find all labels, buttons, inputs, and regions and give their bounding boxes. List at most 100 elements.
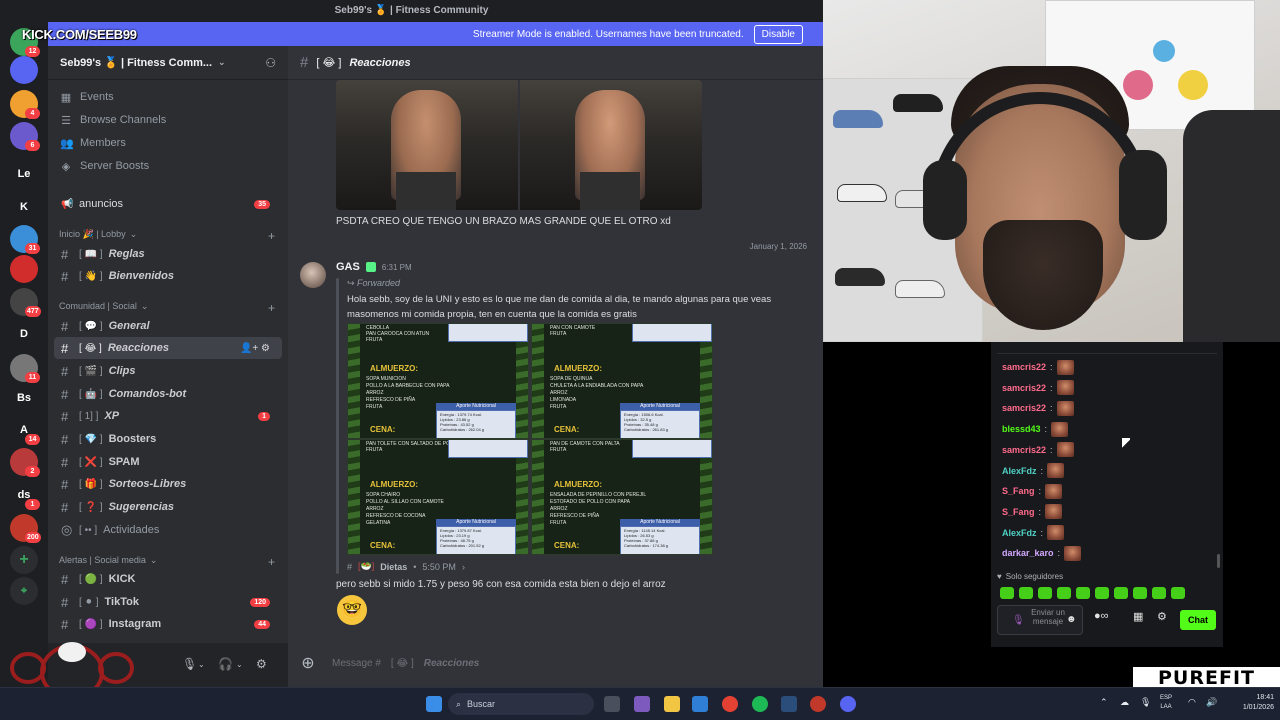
file-explorer-icon[interactable] (664, 696, 680, 712)
emote[interactable] (1000, 587, 1014, 599)
channel-reacciones[interactable]: # [ 😂 ] Reacciones 👤+ ⚙ (54, 337, 282, 359)
chat-input[interactable]: 🎙 Enviar un mensaje ☻ (997, 605, 1083, 635)
keyboard-language[interactable]: ESP LAA (1160, 694, 1172, 712)
diet-image[interactable]: CEBOLLA PAN CAROOCA CON ATUN FRUTA ALMUERZO… (347, 323, 529, 439)
server-icon[interactable]: ds 1 (10, 481, 40, 510)
channel-settings-icon[interactable]: 👤+ ⚙ (240, 343, 270, 354)
channel-kick[interactable]: # [ 🟢 ] KICK (54, 568, 282, 590)
server-icon[interactable]: 200 (10, 514, 41, 543)
microphone-icon[interactable]: 🎙 (182, 657, 197, 671)
users-icon[interactable]: ●∞ (1094, 610, 1109, 622)
nav-browse-channels[interactable]: ☰ Browse Channels (60, 110, 166, 130)
chat-username[interactable]: S_Fang (1002, 507, 1035, 517)
chevron-down-icon[interactable]: ⌄ (198, 660, 205, 669)
chat-username[interactable]: darkar_karo (1002, 548, 1054, 558)
author-name[interactable]: GAS (336, 261, 360, 273)
add-channel-icon[interactable]: + (268, 555, 275, 569)
chat-scrollbar[interactable] (1217, 554, 1220, 568)
chat-username[interactable]: AlexFdz (1002, 466, 1037, 476)
store-icon[interactable]: ▦ (1133, 610, 1143, 623)
server-icon[interactable]: K (10, 193, 38, 221)
chat-username[interactable]: blessd43 (1002, 424, 1041, 434)
diet-image[interactable]: PAN TOLETE CON SALTADO DE POLLO FRUTA ALMU… (347, 439, 529, 555)
channel-general[interactable]: # [ 💬 ] General (54, 315, 282, 337)
emote[interactable] (1171, 587, 1185, 599)
server-icon[interactable]: A 14 (10, 416, 40, 445)
chrome-icon[interactable] (722, 696, 738, 712)
emote[interactable] (1057, 587, 1071, 599)
channel-boosters[interactable]: # [ 💎 ] Boosters (54, 428, 282, 450)
diet-image[interactable]: PAN CON CAMOTE FRUTA ALMUERZO: SOPA DE QUIN… (531, 323, 713, 439)
emote[interactable] (1152, 587, 1166, 599)
microphone-icon[interactable]: 🎙 (1140, 697, 1151, 708)
chat-username[interactable]: samcris22 (1002, 383, 1046, 393)
server-icon[interactable]: 477 (10, 288, 41, 317)
discord-icon[interactable] (840, 696, 856, 712)
chevron-down-icon[interactable]: ⌄ (236, 660, 243, 669)
channel-bienvenidos[interactable]: # [ 👋 ] Bienvenidos (54, 265, 282, 287)
server-icon[interactable] (10, 56, 38, 84)
emote[interactable] (1133, 587, 1147, 599)
emote-bar[interactable] (1000, 587, 1185, 599)
gear-icon[interactable]: ⚙ (1157, 610, 1167, 623)
forward-source[interactable]: # [🥗] Dietas • 5:50 PM › (347, 561, 465, 572)
image-attachment[interactable] (336, 80, 702, 210)
nav-server-boosts[interactable]: ◈ Server Boosts (60, 156, 149, 176)
diet-image[interactable]: PAN DE CAMOTE CON PALTA FRUTA ALMUERZO: ENS… (531, 439, 713, 555)
channel-anuncios[interactable]: 📢 anuncios 35 (54, 193, 282, 215)
microphone-icon[interactable]: 🎙 (1012, 615, 1025, 626)
channel-sorteos-libres[interactable]: # [ 🎁 ] Sorteos-Libres (54, 473, 282, 495)
volume-icon[interactable]: 🔊 (1206, 697, 1217, 708)
server-icon[interactable] (10, 255, 38, 283)
message-composer[interactable]: ⊕ Message # [ 😂 ] Reacciones (294, 649, 813, 677)
add-channel-icon[interactable]: + (268, 229, 275, 243)
server-icon[interactable]: 2 (10, 448, 40, 477)
system-clock[interactable]: 18:41 1/01/2026 (1228, 693, 1274, 713)
wifi-icon[interactable]: ◠ (1188, 697, 1196, 708)
add-channel-icon[interactable]: + (268, 301, 275, 315)
cloud-icon[interactable]: ☁ (1120, 697, 1129, 708)
emote[interactable] (1038, 587, 1052, 599)
channel-spam[interactable]: # [ ❌ ] SPAM (54, 451, 282, 473)
channel-reglas[interactable]: # [ 📖 ] Reglas (54, 243, 282, 265)
emote[interactable] (1095, 587, 1109, 599)
nav-members[interactable]: 👥 Members (60, 133, 126, 153)
emote[interactable] (1076, 587, 1090, 599)
channel-clips[interactable]: # [ 🎬 ] Clips (54, 360, 282, 382)
invite-people-icon[interactable]: ⚇ (265, 56, 276, 70)
channel-comandos-bot[interactable]: # [ 🤖 ] Comandos-bot (54, 383, 282, 405)
channel-sugerencias[interactable]: # [ ❓ ] Sugerencias (54, 496, 282, 518)
server-icon[interactable]: 4 (10, 90, 40, 119)
chevron-up-icon[interactable]: ⌃ (1100, 697, 1108, 708)
server-icon[interactable]: D (10, 320, 38, 348)
obs-icon[interactable] (810, 696, 826, 712)
chat-username[interactable]: AlexFdz (1002, 528, 1037, 538)
headphones-icon[interactable]: 🎧 (218, 657, 233, 671)
copilot-icon[interactable] (634, 696, 650, 712)
emoji-icon[interactable]: ☻ (1066, 614, 1077, 625)
nav-events[interactable]: ▦ Events (60, 87, 114, 107)
chat-username[interactable]: samcris22 (1002, 403, 1046, 413)
steam-icon[interactable] (781, 696, 797, 712)
chat-username[interactable]: samcris22 (1002, 445, 1046, 455)
channel-actividades[interactable]: ◎ [ •• ] Actividades (54, 519, 282, 541)
server-icon[interactable]: Le (10, 160, 38, 188)
emote[interactable] (1019, 587, 1033, 599)
emote[interactable] (1114, 587, 1128, 599)
server-icon[interactable]: 31 (10, 225, 40, 254)
windows-start-icon[interactable] (426, 696, 442, 712)
channel-tiktok[interactable]: # [ ⚫ ] TikTok 120 (54, 591, 282, 613)
chat-username[interactable]: samcris22 (1002, 362, 1046, 372)
category-comunidad[interactable]: Comunidad | Social ⌄ + (59, 301, 275, 315)
spotify-icon[interactable] (752, 696, 768, 712)
server-header[interactable]: Seb99's 🏅 | Fitness Comm... ⌄ ⚇ (48, 46, 288, 80)
category-alertas[interactable]: Alertas | Social media ⌄ + (59, 555, 275, 569)
chat-send-button[interactable]: Chat (1180, 610, 1216, 630)
add-server-icon[interactable]: + (10, 546, 38, 574)
category-inicio[interactable]: Inicio 🎉 | Lobby ⌄ + (59, 229, 275, 243)
avatar[interactable] (300, 262, 326, 288)
task-view-icon[interactable] (604, 696, 620, 712)
chat-username[interactable]: S_Fang (1002, 486, 1035, 496)
server-icon[interactable]: 11 (10, 354, 40, 383)
add-attachment-icon[interactable]: ⊕ (294, 653, 322, 673)
